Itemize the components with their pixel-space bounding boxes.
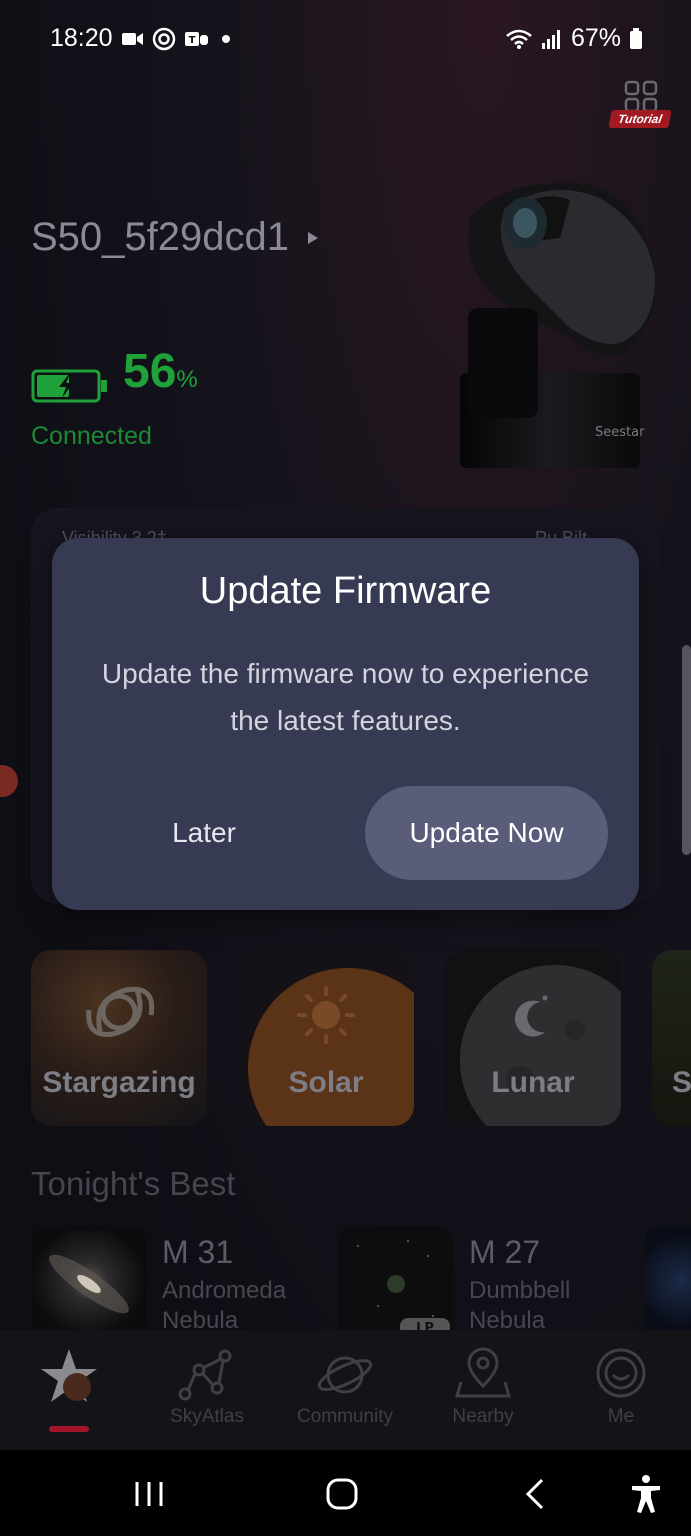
status-time: 18:20 bbox=[50, 24, 113, 52]
update-now-button[interactable]: Update Now bbox=[365, 786, 608, 880]
caret-right-icon bbox=[308, 231, 319, 244]
seestar-brand: Seestar bbox=[595, 425, 645, 440]
nav-label: Community bbox=[296, 1406, 394, 1427]
nebula-thumbnail-icon: LP bbox=[357, 1240, 450, 1336]
mode-scenery[interactable]: S bbox=[652, 950, 691, 1126]
best-item-next[interactable] bbox=[645, 1226, 691, 1336]
telescope-image: Seestar bbox=[460, 183, 656, 468]
nav-label: Nearby bbox=[452, 1406, 514, 1427]
best-item-name: M 27 bbox=[469, 1234, 541, 1270]
floating-marker[interactable] bbox=[0, 765, 18, 797]
battery-charging-icon bbox=[31, 369, 107, 403]
battery-value: 56 bbox=[123, 345, 177, 398]
profile-icon bbox=[596, 1348, 646, 1398]
tutorial-button[interactable]: Tutorial bbox=[608, 80, 672, 130]
svg-text:T: T bbox=[189, 35, 196, 46]
location-icon bbox=[455, 1347, 511, 1398]
mode-stargazing[interactable]: Stargazing bbox=[31, 950, 207, 1126]
nav-label: Me bbox=[607, 1406, 635, 1427]
next-thumbnail bbox=[645, 1226, 691, 1336]
dialog-message: Update the firmware now to experience th… bbox=[101, 658, 590, 736]
system-nav-bar bbox=[0, 1450, 691, 1536]
nav-active-indicator bbox=[49, 1426, 89, 1432]
nav-me[interactable]: Me bbox=[552, 1342, 690, 1442]
tutorial-label: Tutorial bbox=[608, 110, 672, 128]
grid-icon bbox=[624, 80, 658, 113]
wifi-icon bbox=[506, 29, 532, 49]
app-screen: 18:20 T 67% Tutorial S50_5f29dcd1 56% Co… bbox=[0, 0, 691, 1536]
constellation-icon bbox=[178, 1349, 232, 1401]
signal-icon bbox=[541, 29, 560, 49]
nav-label: SkyAtlas bbox=[170, 1406, 244, 1427]
best-item-m27[interactable]: LP M 27 Dumbbell Nebula bbox=[338, 1226, 628, 1336]
mode-lunar[interactable]: Lunar bbox=[445, 950, 621, 1126]
battery-icon bbox=[630, 27, 642, 49]
teams-icon: T bbox=[185, 32, 208, 46]
dot-icon bbox=[222, 35, 230, 43]
nav-community[interactable]: Community bbox=[276, 1342, 414, 1442]
later-button[interactable]: Later bbox=[112, 786, 296, 880]
best-item-m31[interactable]: M 31 Andromeda Nebula bbox=[31, 1226, 321, 1336]
back-icon[interactable] bbox=[514, 1472, 558, 1516]
at-sign-icon bbox=[152, 27, 176, 51]
home-icon[interactable] bbox=[320, 1472, 364, 1516]
accessibility-icon[interactable] bbox=[624, 1472, 668, 1516]
status-right: 67% bbox=[505, 24, 643, 53]
bottom-nav: SkyAtlas Community Nearby Me bbox=[0, 1330, 691, 1450]
home-star-icon bbox=[41, 1349, 97, 1402]
device-name: S50_5f29dcd1 bbox=[31, 215, 290, 259]
scroll-indicator[interactable] bbox=[682, 645, 691, 855]
recent-apps-icon[interactable] bbox=[127, 1472, 171, 1516]
mode-solar[interactable]: Solar bbox=[238, 950, 414, 1126]
dialog-title: Update Firmware bbox=[199, 570, 492, 612]
device-battery: 56% bbox=[31, 348, 198, 404]
best-item-subtitle: Andromeda Nebula bbox=[162, 1277, 287, 1334]
battery-unit: % bbox=[176, 366, 198, 393]
video-icon bbox=[122, 33, 143, 45]
connection-status: Connected bbox=[31, 422, 152, 450]
tonights-best-title: Tonight's Best bbox=[31, 1165, 236, 1202]
update-firmware-dialog: Update Firmware Update the firmware now … bbox=[52, 538, 639, 910]
best-item-name: M 31 bbox=[162, 1234, 234, 1270]
device-name-link[interactable]: S50_5f29dcd1 bbox=[31, 215, 319, 260]
galaxy-thumbnail-icon bbox=[49, 1254, 129, 1314]
nav-nearby[interactable]: Nearby bbox=[414, 1342, 552, 1442]
mode-list: Stargazing Solar Lunar S bbox=[0, 950, 691, 1128]
mode-label: S bbox=[672, 1066, 691, 1099]
status-bar: 18:20 T 67% bbox=[0, 0, 691, 78]
m27-thumbnail: LP bbox=[338, 1226, 453, 1336]
nav-home[interactable] bbox=[0, 1342, 138, 1442]
mode-label: Stargazing bbox=[42, 1066, 196, 1099]
battery-percent: 56% bbox=[123, 348, 198, 404]
nav-skyatlas[interactable]: SkyAtlas bbox=[138, 1342, 276, 1442]
best-item-subtitle: Dumbbell Nebula bbox=[469, 1277, 571, 1334]
m31-thumbnail bbox=[31, 1226, 146, 1336]
status-battery-text: 67% bbox=[570, 24, 621, 52]
mode-label: Solar bbox=[288, 1066, 364, 1099]
mode-label: Lunar bbox=[491, 1066, 575, 1099]
status-left-icons: T bbox=[122, 26, 234, 52]
planet-icon bbox=[317, 1356, 373, 1394]
